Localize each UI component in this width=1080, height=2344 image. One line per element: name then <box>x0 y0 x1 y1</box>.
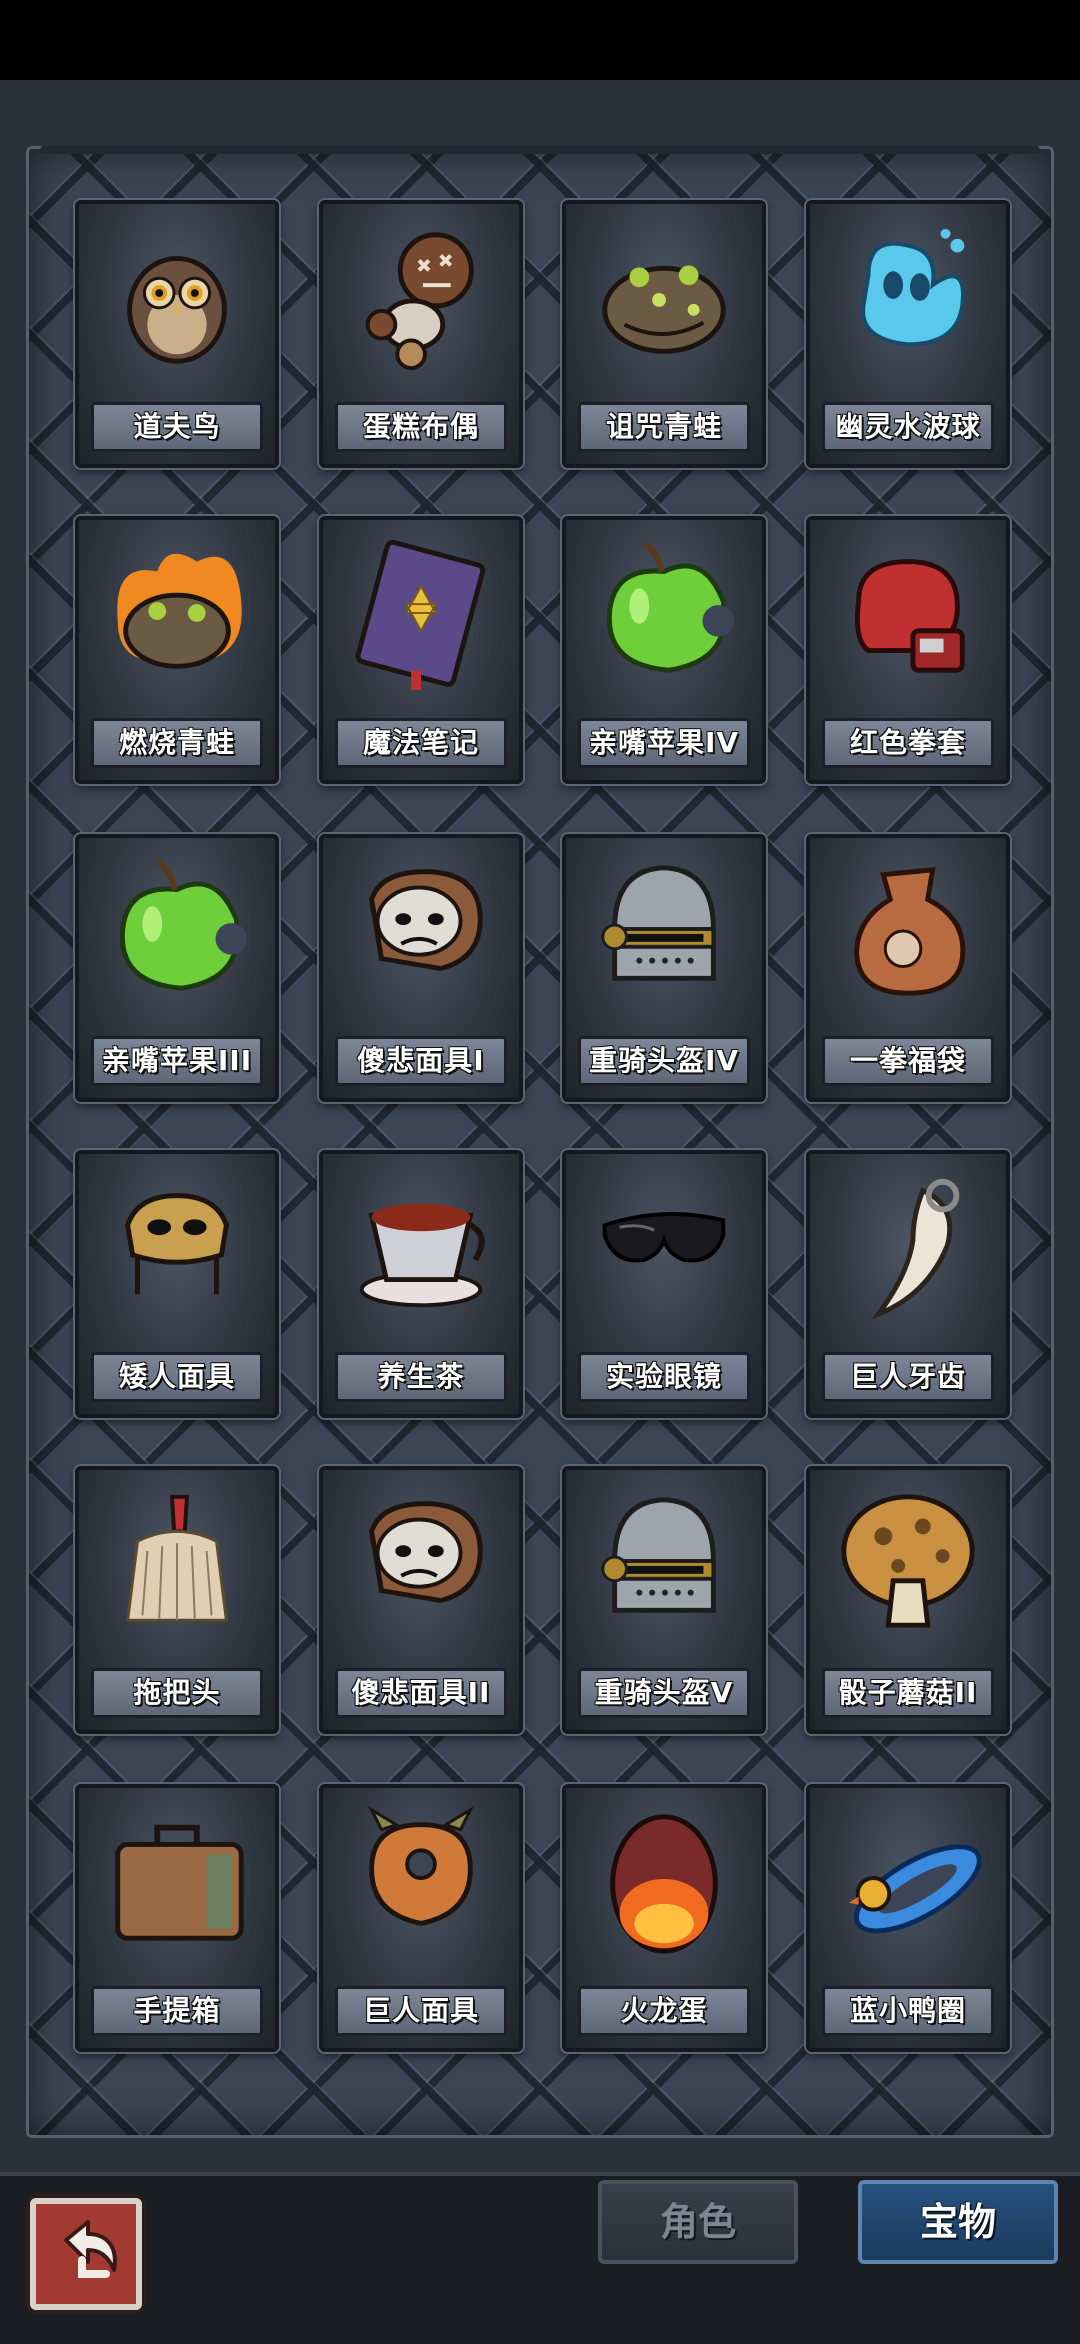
treasure-name: 红色拳套 <box>822 718 994 768</box>
treasure-card[interactable]: 蛋糕布偶 <box>319 200 523 468</box>
treasure-card[interactable]: 火龙蛋 <box>562 1784 766 2052</box>
voodoo-doll-icon <box>365 232 474 371</box>
treasure-card[interactable]: 巨人面具 <box>319 1784 523 2052</box>
water-ball-icon <box>861 228 965 347</box>
bitten-apple-icon <box>119 859 248 991</box>
treasure-name: 蓝小鸭圈 <box>822 1986 994 2036</box>
sunglasses-icon <box>602 1211 726 1263</box>
giant-mask-icon <box>368 1805 474 1926</box>
treasure-card[interactable]: 红色拳套 <box>806 516 1010 784</box>
back-button[interactable] <box>30 2198 142 2310</box>
treasure-name: 巨人面具 <box>335 1986 507 2036</box>
treasure-card[interactable]: 蓝小鸭圈 <box>806 1784 1010 2052</box>
sad-mask-icon <box>369 1501 483 1604</box>
magic-book-icon <box>355 539 486 690</box>
tea-cup-icon <box>359 1203 485 1308</box>
treasure-card[interactable]: 傻悲面具II <box>319 1466 523 1734</box>
treasure-name: 骰子蘑菇II <box>822 1668 994 1718</box>
treasure-name: 重骑头盔V <box>578 1668 750 1718</box>
bitten-apple-icon <box>606 541 735 673</box>
mop-head-icon <box>125 1494 229 1622</box>
knight-helmet-icon <box>601 1497 716 1613</box>
dwarf-mask-icon <box>125 1193 229 1295</box>
treasure-name: 亲嘴苹果IV <box>578 718 750 768</box>
treasure-card[interactable]: 傻悲面具I <box>319 834 523 1102</box>
cursed-frog-icon <box>602 265 726 354</box>
treasure-card[interactable]: 手提箱 <box>75 1784 279 2052</box>
treasure-name: 道夫鸟 <box>91 402 263 452</box>
mushroom-icon <box>841 1494 975 1628</box>
treasure-card[interactable]: 矮人面具 <box>75 1150 279 1418</box>
treasure-name: 燃烧青蛙 <box>91 718 263 768</box>
treasure-name: 蛋糕布偶 <box>335 402 507 452</box>
sad-mask-icon <box>369 869 483 972</box>
treasure-name: 一拳福袋 <box>822 1036 994 1086</box>
treasure-card[interactable]: 重骑头盔IV <box>562 834 766 1102</box>
treasure-card[interactable]: 燃烧青蛙 <box>75 516 279 784</box>
back-arrow-icon <box>64 2220 117 2278</box>
treasure-card[interactable]: 魔法笔记 <box>319 516 523 784</box>
treasure-card[interactable]: 诅咒青蛙 <box>562 200 766 468</box>
panel-top-edge <box>40 146 1040 154</box>
treasure-name: 拖把头 <box>91 1668 263 1718</box>
treasure-name: 傻悲面具I <box>335 1036 507 1086</box>
treasure-card[interactable]: 亲嘴苹果IV <box>562 516 766 784</box>
treasure-card[interactable]: 一拳福袋 <box>806 834 1010 1102</box>
lucky-bag-icon <box>854 866 966 996</box>
dragon-egg-icon <box>610 1814 718 1954</box>
treasure-card[interactable]: 实验眼镜 <box>562 1150 766 1418</box>
treasure-name: 魔法笔记 <box>335 718 507 768</box>
tab-treasure[interactable]: 宝物 <box>858 2180 1058 2264</box>
treasure-card[interactable]: 重骑头盔V <box>562 1466 766 1734</box>
treasure-card[interactable]: 亲嘴苹果III <box>75 834 279 1102</box>
treasure-name: 傻悲面具II <box>335 1668 507 1718</box>
treasure-card[interactable]: 骰子蘑菇II <box>806 1466 1010 1734</box>
treasure-name: 亲嘴苹果III <box>91 1036 263 1086</box>
treasure-name: 诅咒青蛙 <box>578 402 750 452</box>
burning-frog-icon <box>117 553 242 669</box>
duck-float-icon <box>848 1844 982 1934</box>
treasure-card[interactable]: 道夫鸟 <box>75 200 279 468</box>
treasure-card[interactable]: 巨人牙齿 <box>806 1150 1010 1418</box>
status-bar-area <box>0 0 1080 80</box>
treasure-name: 手提箱 <box>91 1986 263 2036</box>
treasure-name: 实验眼镜 <box>578 1352 750 1402</box>
boxing-glove-icon <box>854 559 965 673</box>
treasure-name: 矮人面具 <box>91 1352 263 1402</box>
knight-helmet-icon <box>601 865 716 981</box>
treasure-card[interactable]: 养生茶 <box>319 1150 523 1418</box>
treasure-name: 重骑头盔IV <box>578 1036 750 1086</box>
giant-tooth-icon <box>871 1178 960 1320</box>
suitcase-icon <box>115 1824 244 1941</box>
treasure-name: 火龙蛋 <box>578 1986 750 2036</box>
owl-icon <box>127 255 227 364</box>
treasure-name: 幽灵水波球 <box>822 402 994 452</box>
tab-role[interactable]: 角色 <box>598 2180 798 2264</box>
treasure-name: 巨人牙齿 <box>822 1352 994 1402</box>
treasure-card[interactable]: 拖把头 <box>75 1466 279 1734</box>
treasure-name: 养生茶 <box>335 1352 507 1402</box>
treasure-card[interactable]: 幽灵水波球 <box>806 200 1010 468</box>
